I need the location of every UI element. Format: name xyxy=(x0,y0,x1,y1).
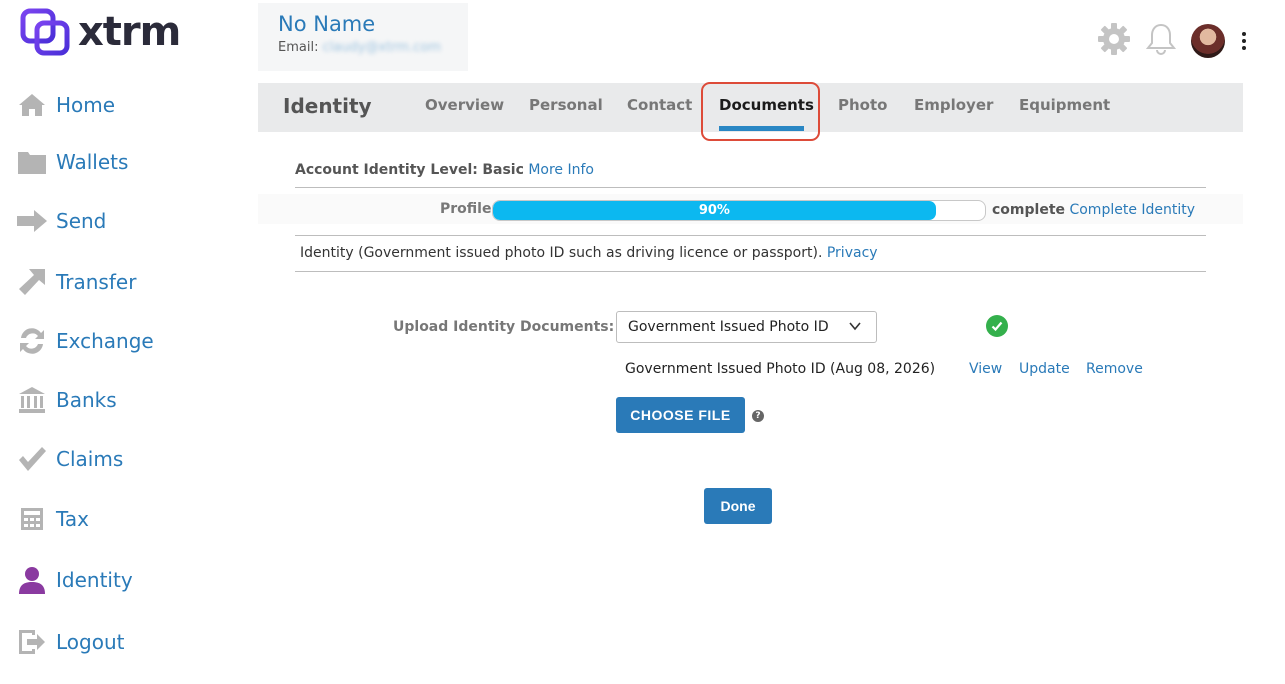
user-name: No Name xyxy=(278,12,376,36)
identity-level-label: Account Identity Level: xyxy=(295,162,478,178)
sidebar-item-claims[interactable]: Claims xyxy=(16,441,123,477)
sidebar-item-label: Home xyxy=(56,93,116,117)
check-icon xyxy=(16,443,48,475)
profile-label: Profile xyxy=(440,201,492,217)
sidebar-item-label: Logout xyxy=(56,630,125,654)
sidebar-item-transfer[interactable]: Transfer xyxy=(16,264,136,300)
bell-icon[interactable] xyxy=(1145,22,1177,60)
identity-description: Identity (Government issued photo ID suc… xyxy=(300,245,878,261)
tab-overview[interactable]: Overview xyxy=(425,96,504,114)
logo-text: xtrm xyxy=(78,9,181,55)
xtrm-logo-icon xyxy=(20,8,70,56)
uploaded-document-name: Government Issued Photo ID (Aug 08, 2026… xyxy=(625,361,936,377)
view-document-link[interactable]: View xyxy=(969,361,1002,377)
tab-photo[interactable]: Photo xyxy=(838,96,887,114)
done-button[interactable]: Done xyxy=(704,488,772,524)
sidebar-item-label: Banks xyxy=(56,388,117,412)
help-icon[interactable]: ? xyxy=(752,410,764,422)
sidebar-item-send[interactable]: Send xyxy=(16,203,106,239)
header-actions xyxy=(1083,22,1249,60)
identity-level-value: Basic xyxy=(482,162,524,178)
arrow-up-right-icon xyxy=(16,266,48,298)
sidebar-item-home[interactable]: Home xyxy=(16,87,115,123)
xtrm-logo[interactable]: xtrm xyxy=(20,8,181,56)
sidebar-item-banks[interactable]: Banks xyxy=(16,382,117,418)
progress-text: 90% xyxy=(698,203,730,218)
user-icon xyxy=(16,564,48,596)
complete-row: complete Complete Identity xyxy=(992,202,1195,218)
user-email: Email: claudy@xtrm.com xyxy=(278,40,468,55)
tab-equipment[interactable]: Equipment xyxy=(1019,96,1110,114)
sidebar-item-label: Tax xyxy=(56,507,89,531)
complete-text: complete xyxy=(992,202,1066,218)
avatar[interactable] xyxy=(1191,24,1225,58)
home-icon xyxy=(16,89,48,121)
sidebar-item-wallets[interactable]: Wallets xyxy=(16,144,128,180)
bank-icon xyxy=(16,384,48,416)
logout-icon xyxy=(16,626,48,658)
sidebar-item-exchange[interactable]: Exchange xyxy=(16,323,154,359)
email-label: Email: xyxy=(278,40,319,55)
progress-fill: 90% xyxy=(493,201,936,220)
tab-highlight-box xyxy=(701,82,820,141)
section-title: Identity xyxy=(283,94,372,118)
update-document-link[interactable]: Update xyxy=(1019,361,1070,377)
upload-documents-label: Upload Identity Documents: xyxy=(393,319,615,335)
verified-check-icon xyxy=(986,315,1008,337)
divider xyxy=(295,187,1206,188)
sidebar-item-label: Exchange xyxy=(56,329,154,353)
document-type-selected: Government Issued Photo ID xyxy=(628,319,829,335)
kebab-menu-icon[interactable] xyxy=(1239,29,1249,53)
sidebar-item-label: Transfer xyxy=(56,270,137,294)
exchange-icon xyxy=(16,325,48,357)
sidebar-item-label: Claims xyxy=(56,447,124,471)
tab-personal[interactable]: Personal xyxy=(529,96,603,114)
more-info-link[interactable]: More Info xyxy=(528,162,594,178)
complete-identity-link[interactable]: Complete Identity xyxy=(1069,202,1195,218)
email-value: claudy@xtrm.com xyxy=(322,40,441,55)
profile-progress-bar: 90% xyxy=(492,200,986,221)
tab-employer[interactable]: Employer xyxy=(914,96,993,114)
divider xyxy=(295,271,1206,272)
identity-tabbar: Identity Overview Personal Contact Docum… xyxy=(258,82,1243,141)
divider xyxy=(295,235,1206,236)
remove-document-link[interactable]: Remove xyxy=(1086,361,1143,377)
gear-icon[interactable] xyxy=(1097,22,1131,60)
chevron-down-icon xyxy=(848,319,862,337)
document-type-select[interactable]: Government Issued Photo ID xyxy=(616,311,877,343)
calculator-icon xyxy=(16,503,48,535)
sidebar-item-logout[interactable]: Logout xyxy=(16,624,124,660)
user-info: No Name Email: claudy@xtrm.com xyxy=(258,3,468,71)
folder-icon xyxy=(16,146,48,178)
identity-level: Account Identity Level: Basic More Info xyxy=(295,162,594,178)
sidebar-item-tax[interactable]: Tax xyxy=(16,501,89,537)
arrow-right-icon xyxy=(16,205,48,237)
choose-file-button[interactable]: CHOOSE FILE xyxy=(616,397,745,433)
identity-description-text: Identity (Government issued photo ID suc… xyxy=(300,245,823,261)
sidebar-item-label: Wallets xyxy=(56,150,129,174)
privacy-link[interactable]: Privacy xyxy=(827,245,878,261)
tab-contact[interactable]: Contact xyxy=(627,96,692,114)
sidebar-item-label: Identity xyxy=(56,568,133,592)
sidebar-item-identity[interactable]: Identity xyxy=(16,562,133,598)
sidebar-item-label: Send xyxy=(56,209,107,233)
